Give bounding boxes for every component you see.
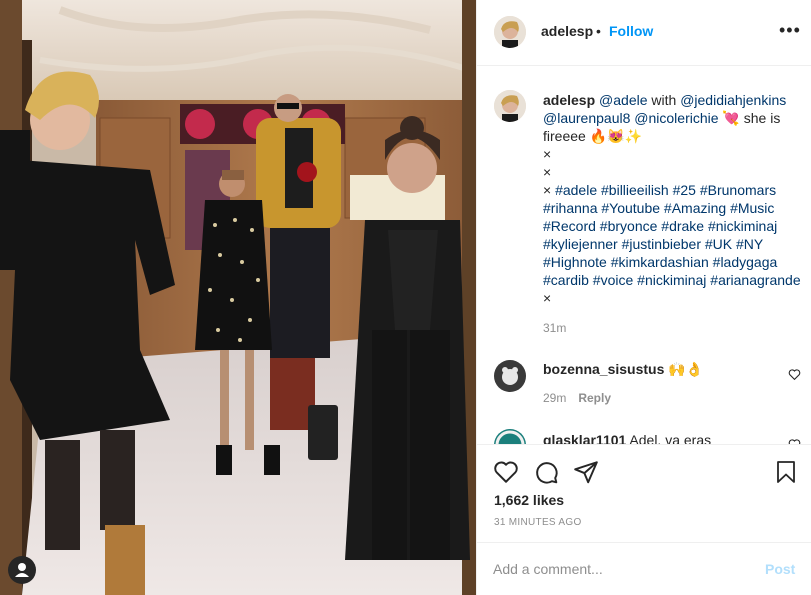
commenter-avatar[interactable] [494,429,526,444]
caption-username[interactable]: adelesp [543,92,595,108]
mention-nicolerichie[interactable]: @nicolerichie [634,110,718,126]
comment-meta: 29m Reply [543,391,611,405]
comment-username[interactable]: glasklar1101 [543,432,626,444]
comment: bozenna_sisustus 🙌👌 [543,360,703,378]
caption-she-is: she is [739,110,781,126]
share-icon[interactable] [573,459,599,485]
save-icon[interactable] [774,459,798,485]
tagged-users-icon[interactable] [8,556,36,584]
post-actions: 1,662 likes 31 MINUTES AGO [477,444,811,542]
post-photo[interactable] [0,0,476,595]
comment: glasklar1101 Adel, va eras [543,431,711,444]
post-caption: adelesp @adele with @jedidiahjenkins @la… [543,91,805,307]
instagram-post: adelesp • Follow ••• adelesp @adele with… [0,0,811,595]
heart-emoji: 💘 [722,110,740,126]
comment-text: Adel, va eras [626,432,712,444]
more-options-icon[interactable]: ••• [779,20,801,41]
comment-icon[interactable] [533,459,559,485]
mention-laurenpaul8[interactable]: @laurenpaul8 [543,110,630,126]
author-username[interactable]: adelesp [541,23,593,39]
caption-line-fire: fireeee 🔥😻✨ [543,128,642,144]
post-header: adelesp • Follow ••• [477,0,811,66]
post-panel: adelesp • Follow ••• adelesp @adele with… [476,0,811,595]
author-avatar[interactable] [494,16,526,48]
caption-timestamp[interactable]: 31m [543,321,566,335]
commenter-avatar[interactable] [494,360,526,392]
like-icon[interactable] [493,459,519,485]
comment-input[interactable] [493,557,743,581]
caption-avatar[interactable] [494,90,526,122]
reply-button[interactable]: Reply [578,391,611,405]
caption-x-suffix: × [543,290,552,306]
caption-hashtags[interactable]: #adele #billieeilish #25 #Brunomars #rih… [543,182,801,288]
comments-section[interactable]: adelesp @adele with @jedidiahjenkins @la… [477,67,811,444]
post-comment-button[interactable]: Post [765,561,795,577]
like-comment-icon[interactable] [788,368,801,381]
follow-button[interactable]: Follow [609,23,653,39]
caption-line-x2: × [543,164,552,180]
comment-username[interactable]: bozenna_sisustus [543,361,664,377]
mention-adele[interactable]: @adele [599,92,647,108]
comment-time[interactable]: 29m [543,391,566,405]
mention-jedidiahjenkins[interactable]: @jedidiahjenkins [680,92,786,108]
caption-x-prefix: × [543,182,556,198]
add-comment-bar: Post [477,542,811,595]
caption-with: with [647,92,681,108]
photo-illustration [0,0,476,595]
post-time[interactable]: 31 MINUTES AGO [494,517,582,528]
comment-text: 🙌👌 [664,361,704,377]
likes-count[interactable]: 1,662 likes [494,492,564,508]
caption-line-x1: × [543,146,552,162]
separator-dot: • [596,23,601,39]
